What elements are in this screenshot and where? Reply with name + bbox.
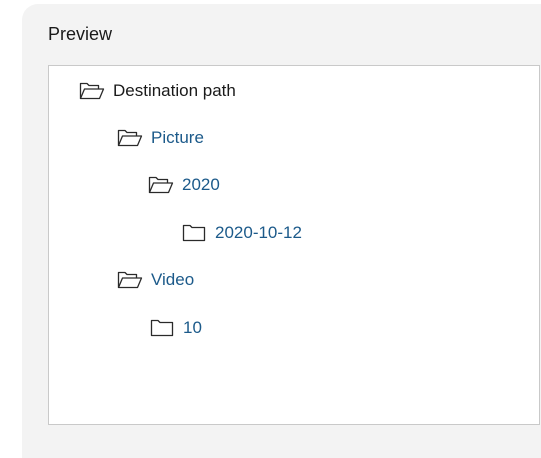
tree-node-2020[interactable]: 2020 <box>148 173 220 197</box>
folder-open-icon <box>148 175 174 195</box>
tree-node-10[interactable]: 10 <box>149 316 202 340</box>
folder-open-icon <box>117 128 143 148</box>
tree-node-label: Destination path <box>113 81 236 100</box>
folder-open-icon <box>117 270 143 290</box>
folder-closed-icon <box>149 318 175 338</box>
folder-closed-icon <box>181 223 207 243</box>
folder-open-icon <box>79 81 105 101</box>
panel-title: Preview <box>48 24 113 44</box>
tree-node-destination-path[interactable]: Destination path <box>79 79 236 103</box>
tree-node-label: 10 <box>183 318 202 337</box>
tree-node-label: 2020 <box>182 175 220 194</box>
folder-tree: Destination path Picture 2020 2020-10-12… <box>48 65 540 425</box>
tree-node-label: 2020-10-12 <box>215 223 302 242</box>
tree-node-label: Picture <box>151 128 204 147</box>
tree-node-label: Video <box>151 270 195 289</box>
tree-node-video[interactable]: Video <box>117 268 194 292</box>
preview-panel: Preview Destination path Picture 2020 20… <box>22 4 541 458</box>
tree-node-picture[interactable]: Picture <box>117 126 204 150</box>
tree-node-2020-10-12[interactable]: 2020-10-12 <box>181 221 302 245</box>
